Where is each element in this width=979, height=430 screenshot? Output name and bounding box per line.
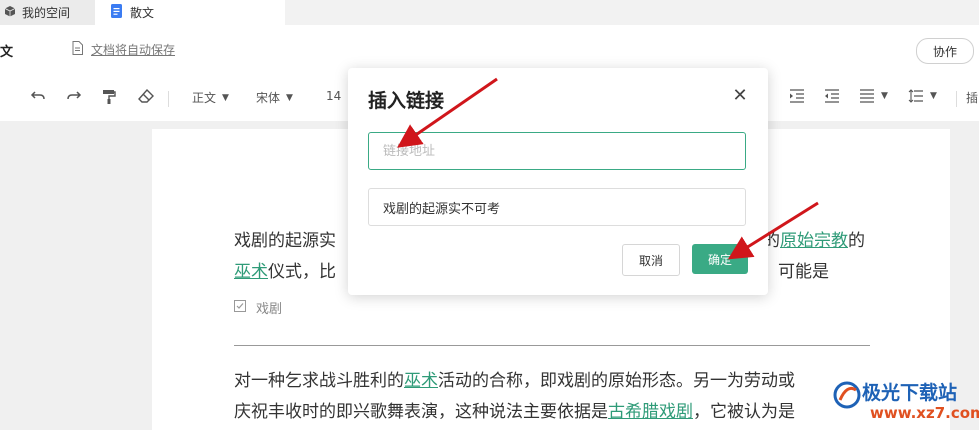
text-run: 对一种乞求战斗胜利的	[234, 371, 404, 391]
text-run: 仪式，比	[268, 262, 336, 282]
link-witchcraft[interactable]: 巫术	[234, 262, 268, 282]
tab-label: 我的空间	[22, 6, 71, 20]
font-family-label: 宋体	[256, 91, 281, 105]
divider	[234, 345, 870, 346]
text-run: 戏剧的起源实	[234, 231, 336, 251]
undo-icon[interactable]	[30, 89, 46, 103]
indent-increase-icon[interactable]	[789, 89, 805, 103]
paragraph-line: 可能是	[778, 257, 829, 288]
chevron-down-icon: ▼	[286, 92, 293, 103]
link-original-religion[interactable]: 原始宗教	[780, 231, 848, 251]
eraser-icon[interactable]	[138, 89, 154, 103]
toolbar-divider	[956, 91, 957, 107]
link-url-input[interactable]	[368, 132, 746, 170]
insert-menu[interactable]: 插	[966, 89, 978, 106]
line-spacing-icon	[908, 89, 923, 103]
align-icon	[860, 89, 874, 103]
font-size-label: 14	[326, 89, 342, 103]
collaborate-button[interactable]: 协作	[916, 38, 974, 64]
checkbox-icon	[234, 299, 246, 316]
link-witchcraft[interactable]: 巫术	[404, 371, 438, 391]
chevron-down-icon: ▼	[881, 91, 888, 101]
document-icon	[111, 4, 122, 21]
cancel-button[interactable]: 取消	[622, 244, 680, 276]
font-size-select[interactable]: 14	[326, 89, 341, 103]
text-run: 活动的合称，即戏剧的原始形态。另一为劳动或	[438, 371, 795, 391]
tag-label: 戏剧	[256, 302, 283, 317]
text-run: 可能是	[778, 262, 829, 282]
chevron-down-icon: ▼	[930, 91, 937, 101]
indent-decrease-icon[interactable]	[824, 89, 840, 103]
text-run: ，它被认为是	[693, 402, 795, 422]
tab-document[interactable]: 散文	[95, 0, 285, 25]
watermark: 极光下载站 www.xz7.com	[828, 374, 979, 430]
line-spacing-select[interactable]: ▼	[908, 89, 937, 103]
toolbar-divider	[168, 91, 169, 107]
document-title[interactable]: 文	[0, 41, 13, 60]
link-greek-drama[interactable]: 古希腊戏剧	[608, 402, 693, 422]
watermark-url: www.xz7.com	[870, 404, 979, 422]
cube-icon	[4, 5, 16, 20]
logo-icon	[833, 381, 861, 409]
paragraph-style-select[interactable]: 正文 ▼	[192, 89, 229, 106]
paragraph-line: 戏剧的起源实	[234, 226, 336, 257]
watermark-name: 极光下载站	[862, 382, 958, 404]
dialog-title: 插入链接	[368, 90, 445, 112]
insert-link-dialog: 插入链接 ✕ 取消 确定	[348, 68, 768, 295]
redo-icon[interactable]	[66, 89, 82, 103]
align-select[interactable]: ▼	[859, 89, 888, 103]
format-painter-icon[interactable]	[102, 89, 116, 105]
font-family-select[interactable]: 宋体 ▼	[256, 89, 293, 106]
chevron-down-icon: ▼	[222, 92, 229, 103]
tab-label: 散文	[130, 6, 155, 20]
confirm-button[interactable]: 确定	[692, 244, 748, 274]
close-icon[interactable]: ✕	[730, 86, 750, 106]
file-icon	[72, 41, 83, 58]
text-run: 的	[848, 231, 865, 251]
tag-chip[interactable]: 戏剧	[234, 298, 282, 317]
tab-my-space[interactable]: 我的空间	[0, 0, 95, 25]
paragraph-line: 的原始宗教的	[763, 226, 865, 257]
link-text-input[interactable]	[368, 188, 746, 226]
paragraph-style-label: 正文	[192, 91, 217, 105]
paragraph-line: 对一种乞求战斗胜利的巫术活动的合称，即戏剧的原始形态。另一为劳动或	[234, 366, 795, 397]
paragraph-line: 庆祝丰收时的即兴歌舞表演，这种说法主要依据是古希腊戏剧，它被认为是	[234, 397, 795, 428]
autosave-status: 文档将自动保存	[72, 41, 175, 58]
text-run: 庆祝丰收时的即兴歌舞表演，这种说法主要依据是	[234, 402, 608, 422]
paragraph-line: 巫术仪式，比	[234, 257, 336, 288]
autosave-label[interactable]: 文档将自动保存	[91, 41, 175, 58]
tab-bar: 我的空间 散文	[0, 0, 979, 25]
